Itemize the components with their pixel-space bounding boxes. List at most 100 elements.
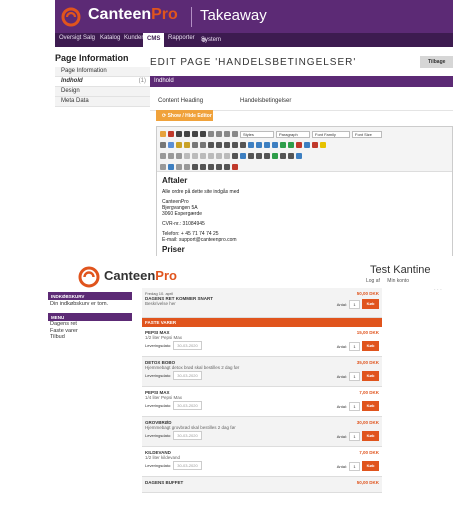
anchor-icon[interactable]: [280, 142, 286, 148]
indent-icon[interactable]: [232, 142, 238, 148]
my-account-link[interactable]: Min konto: [387, 278, 409, 284]
align-right-icon[interactable]: [224, 131, 230, 137]
highlight-icon[interactable]: [320, 142, 326, 148]
align-center-icon[interactable]: [216, 131, 222, 137]
buy-button[interactable]: Køb: [362, 431, 379, 441]
horizontal-rule-icon[interactable]: [232, 153, 238, 159]
strikethrough-icon[interactable]: [200, 131, 206, 137]
number-list-icon[interactable]: [216, 142, 222, 148]
link-icon[interactable]: [264, 142, 270, 148]
delivery-date-input[interactable]: 30-03-2020: [173, 431, 202, 440]
buy-button[interactable]: Køb: [362, 401, 379, 411]
special-char-icon[interactable]: [264, 153, 270, 159]
acronym-icon[interactable]: [200, 164, 206, 170]
table-icon[interactable]: [160, 153, 166, 159]
bold-icon[interactable]: [176, 131, 182, 137]
qty-input[interactable]: 1: [349, 461, 360, 471]
delivery-date-input[interactable]: 30-03-2020: [173, 341, 202, 350]
paste-icon[interactable]: [176, 142, 182, 148]
qty-input[interactable]: 1: [349, 401, 360, 411]
buy-button[interactable]: Køb: [362, 461, 379, 471]
insert-row-icon[interactable]: [184, 153, 190, 159]
direction-ltr-icon[interactable]: [280, 153, 286, 159]
media-icon[interactable]: [272, 153, 278, 159]
delete-row-icon[interactable]: [192, 153, 198, 159]
text-color-icon[interactable]: [312, 142, 318, 148]
buy-button[interactable]: Køb: [362, 299, 379, 309]
new-document-icon[interactable]: [168, 131, 174, 137]
shop-brand[interactable]: CanteenPro: [104, 268, 177, 283]
sidebar-item-indhold[interactable]: Indhold (1): [55, 77, 150, 87]
cms-brand[interactable]: CanteenPro: [88, 6, 178, 24]
qty-input[interactable]: 1: [349, 371, 360, 381]
help-icon[interactable]: [304, 142, 310, 148]
fullscreen-icon[interactable]: [296, 153, 302, 159]
copy-icon[interactable]: [168, 142, 174, 148]
editor-content[interactable]: Aftaler Alle ordre på dette site indgås …: [157, 172, 452, 261]
underline-icon[interactable]: [192, 131, 198, 137]
template-icon[interactable]: [160, 164, 166, 170]
unlink-icon[interactable]: [272, 142, 278, 148]
nav-rapporter[interactable]: Rapporter: [168, 35, 195, 41]
delivery-date-input[interactable]: 30-03-2020: [173, 371, 202, 380]
cleanup-icon[interactable]: [296, 142, 302, 148]
absolute-icon[interactable]: [184, 164, 190, 170]
undo-icon[interactable]: [248, 142, 254, 148]
delivery-date-input[interactable]: 30-03-2020: [173, 401, 202, 410]
nav-cms[interactable]: CMS: [143, 33, 165, 47]
sidebar-item-meta-data[interactable]: Meta Data: [55, 97, 150, 107]
nonbreaking-icon[interactable]: [216, 164, 222, 170]
remove-format-icon[interactable]: [240, 153, 246, 159]
pagebreak-icon[interactable]: [224, 164, 230, 170]
superscript-icon[interactable]: [256, 153, 262, 159]
image-icon[interactable]: [288, 142, 294, 148]
merge-cells-icon[interactable]: [224, 153, 230, 159]
canteenpro-logo-icon[interactable]: [78, 266, 100, 288]
row-props-icon[interactable]: [168, 153, 174, 159]
italic-icon[interactable]: [184, 131, 190, 137]
styles-select[interactable]: Styles: [240, 130, 274, 138]
delivery-date-input[interactable]: 30-03-2020: [173, 461, 202, 470]
buy-button[interactable]: Køb: [362, 341, 379, 351]
insert-col-icon[interactable]: [200, 153, 206, 159]
nav-kunder[interactable]: Kunder: [124, 35, 143, 41]
bullet-list-icon[interactable]: [208, 142, 214, 148]
visualaid-icon[interactable]: [232, 164, 238, 170]
save-icon[interactable]: [160, 131, 166, 137]
font-size-select[interactable]: Font Size: [352, 130, 382, 138]
logout-link[interactable]: Log af: [366, 278, 380, 284]
replace-icon[interactable]: [200, 142, 206, 148]
abbr-icon[interactable]: [192, 164, 198, 170]
direction-rtl-icon[interactable]: [288, 153, 294, 159]
qty-input[interactable]: 1: [349, 299, 360, 309]
redo-icon[interactable]: [256, 142, 262, 148]
layer-icon[interactable]: [176, 164, 182, 170]
blockquote-icon[interactable]: [240, 142, 246, 148]
paragraph-select[interactable]: Paragraph: [276, 130, 310, 138]
menu-item-tilbud[interactable]: Tilbud: [48, 334, 132, 341]
sidebar-item-page-information[interactable]: Page Information: [55, 67, 150, 77]
outdent-icon[interactable]: [224, 142, 230, 148]
qty-input[interactable]: 1: [349, 341, 360, 351]
nav-oversigt[interactable]: Oversigt: [59, 35, 81, 41]
sidebar-item-design[interactable]: Design: [55, 87, 150, 97]
back-button[interactable]: Tilbage: [420, 56, 453, 68]
buy-button[interactable]: Køb: [362, 371, 379, 381]
spellcheck-icon[interactable]: [168, 164, 174, 170]
cell-props-icon[interactable]: [176, 153, 182, 159]
align-justify-icon[interactable]: [232, 131, 238, 137]
cut-icon[interactable]: [160, 142, 166, 148]
font-family-select[interactable]: Font Family: [312, 130, 350, 138]
nav-salg[interactable]: Salg: [83, 35, 95, 41]
qty-input[interactable]: 1: [349, 431, 360, 441]
subscript-icon[interactable]: [248, 153, 254, 159]
split-cells-icon[interactable]: [216, 153, 222, 159]
align-left-icon[interactable]: [208, 131, 214, 137]
nav-katalog[interactable]: Katalog: [100, 35, 120, 41]
find-icon[interactable]: [192, 142, 198, 148]
paste-text-icon[interactable]: [184, 142, 190, 148]
toggle-editor-button[interactable]: ⟳ Show / Hide Editor: [156, 110, 213, 121]
delete-col-icon[interactable]: [208, 153, 214, 159]
content-heading-input[interactable]: Handelsbetingelser: [240, 98, 291, 104]
attribs-icon[interactable]: [208, 164, 214, 170]
